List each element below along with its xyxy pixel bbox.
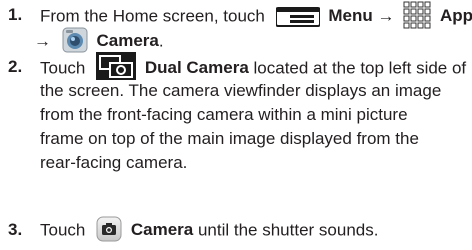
step-number: 1. xyxy=(8,5,23,24)
apps-label: Apps xyxy=(439,6,472,26)
step-line: → Camera. xyxy=(34,27,164,53)
step-text: . xyxy=(158,31,164,51)
camera-app-icon xyxy=(62,27,88,53)
camera-label: Camera xyxy=(96,31,159,51)
step-line: from the front-facing camera within a mi… xyxy=(40,105,408,124)
shutter-button-icon xyxy=(96,216,122,242)
dual-camera-label: Dual Camera xyxy=(144,58,249,78)
camera-label: Camera xyxy=(130,220,194,240)
step-number: 2. xyxy=(8,57,23,76)
step-line: rear-facing camera. xyxy=(40,153,188,172)
step-line: Touch Camera until the shutter sounds. xyxy=(40,216,466,242)
step-line: Touch Dual Camera located at the top lef… xyxy=(40,52,467,80)
step-line: the screen. The camera viewfinder displa… xyxy=(40,81,442,100)
arrow: → xyxy=(34,31,51,51)
step-body: From the Home screen, touch Menu → App →… xyxy=(34,1,472,53)
step-body: Touch Camera until the shutter sounds. xyxy=(40,216,466,242)
step-text: From the Home screen, touch xyxy=(40,6,265,26)
step-number: 3. xyxy=(8,220,23,239)
step-text: located at the top left side of xyxy=(253,58,467,78)
step-line: frame on top of the main image displayed… xyxy=(40,129,419,148)
step-line: From the Home screen, touch Menu → App xyxy=(40,1,472,29)
dual-camera-icon xyxy=(96,52,137,80)
step-body: Touch Dual Camera located at the top lef… xyxy=(40,52,467,175)
step-text: Touch xyxy=(40,58,86,78)
step-text: until the shutter sounds. xyxy=(197,220,379,240)
menu-label: Menu xyxy=(328,6,373,26)
arrow: → xyxy=(377,6,395,26)
apps-grid-icon xyxy=(403,1,431,29)
menu-icon xyxy=(274,7,321,27)
step-text: Touch xyxy=(40,220,86,240)
